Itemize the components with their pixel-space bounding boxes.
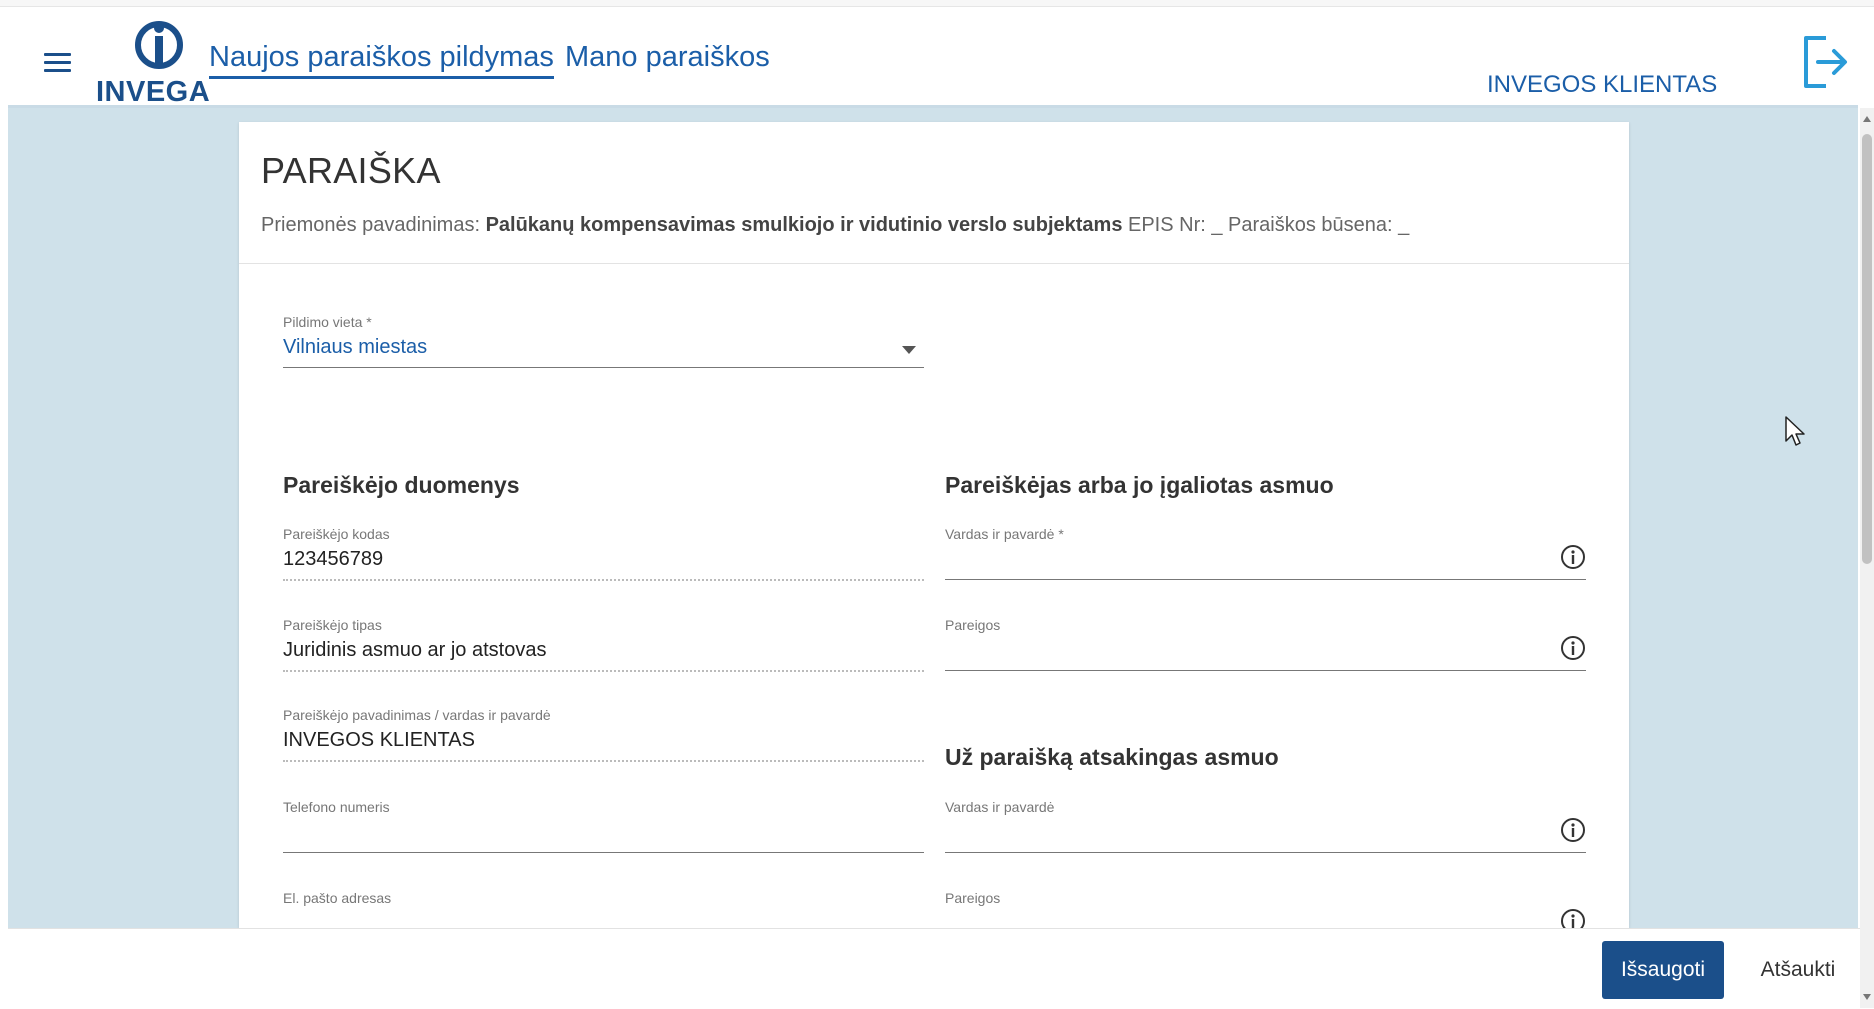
measure-name: Palūkanų kompensavimas smulkiojo ir vidu… — [485, 214, 1123, 236]
authorized-position-label: Pareigos — [945, 617, 1001, 633]
card-header: PARAIŠKA Priemonės pavadinimas: Palūkanų… — [239, 122, 1629, 264]
application-card: PARAIŠKA Priemonės pavadinimas: Palūkanų… — [239, 122, 1629, 928]
app-header: INVEGA Naujos paraiškos pildymas Mano pa… — [8, 7, 1858, 108]
applicant-code-label: Pareiškėjo kodas — [283, 526, 390, 542]
nav-my-applications[interactable]: Mano paraiškos — [565, 41, 770, 74]
applicant-section-title: Pareiškėjo duomenys — [283, 472, 520, 498]
page-title: PARAIŠKA — [261, 150, 441, 191]
responsible-position-label: Pareigos — [945, 890, 1001, 906]
nav-new-application[interactable]: Naujos paraiškos pildymas — [209, 41, 554, 79]
applicant-name-value: INVEGOS KLIENTAS — [283, 729, 475, 751]
info-icon[interactable] — [1560, 635, 1586, 661]
applicant-type-label: Pareiškėjo tipas — [283, 617, 382, 633]
status-label: Paraiškos būsena: — [1228, 214, 1393, 236]
phone-label: Telefono numeris — [283, 799, 390, 815]
save-button[interactable]: Išsaugoti — [1602, 941, 1724, 999]
action-bar: Išsaugoti Atšaukti — [8, 928, 1864, 1009]
logo-text: INVEGA — [96, 76, 211, 108]
authorized-section-title: Pareiškėjas arba jo įgaliotas asmuo — [945, 472, 1334, 498]
scroll-up-arrow-icon[interactable] — [1863, 116, 1871, 122]
user-name: INVEGOS KLIENTAS — [1487, 71, 1718, 98]
applicant-name-label: Pareiškėjo pavadinimas / vardas ir pavar… — [283, 707, 551, 723]
logout-icon[interactable] — [1800, 34, 1850, 90]
application-subtitle: Priemonės pavadinimas: Palūkanų kompensa… — [261, 214, 1409, 237]
measure-label: Priemonės pavadinimas: — [261, 214, 480, 236]
status-value: _ — [1398, 214, 1410, 236]
email-label: El. pašto adresas — [283, 890, 392, 906]
mouse-cursor-icon — [1785, 416, 1805, 446]
applicant-type-value: Juridinis asmuo ar jo atstovas — [283, 639, 547, 661]
dropdown-arrow-icon — [902, 346, 916, 354]
info-icon[interactable] — [1560, 908, 1586, 928]
applicant-code-value: 123456789 — [283, 548, 384, 570]
responsible-section-title: Už paraišką atsakingas asmuo — [945, 744, 1279, 770]
scrollbar-thumb[interactable] — [1862, 134, 1872, 564]
epis-value: _ — [1211, 214, 1223, 236]
filling-location-value: Vilniaus miestas — [283, 336, 428, 358]
responsible-name-label: Vardas ir pavardė — [945, 799, 1055, 815]
info-icon[interactable] — [1560, 544, 1586, 570]
cancel-button[interactable]: Atšaukti — [1748, 941, 1848, 999]
hamburger-menu-icon[interactable] — [44, 53, 71, 73]
top-edge — [0, 0, 1874, 7]
info-icon[interactable] — [1560, 817, 1586, 843]
page-scrollbar[interactable] — [1860, 108, 1874, 1008]
filling-location-label: Pildimo vieta * — [283, 314, 372, 330]
authorized-name-label: Vardas ir pavardė * — [945, 526, 1064, 542]
epis-label: EPIS Nr: — [1128, 214, 1206, 236]
scroll-down-arrow-icon[interactable] — [1863, 994, 1871, 1000]
